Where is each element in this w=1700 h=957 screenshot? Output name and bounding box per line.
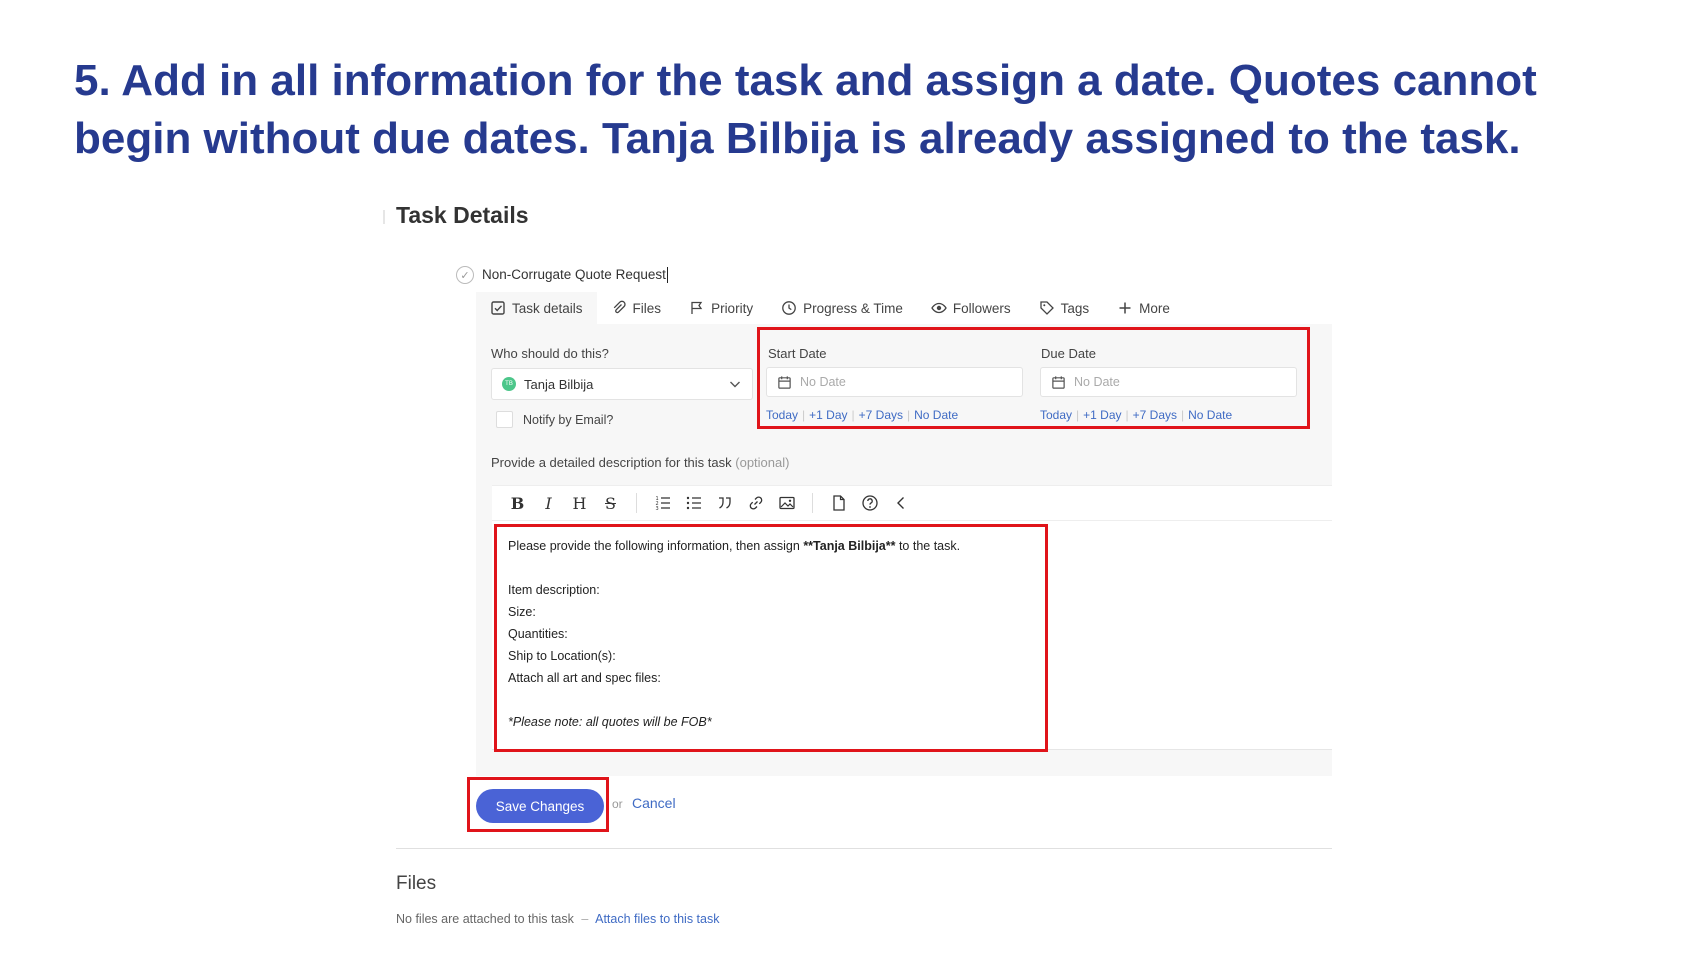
- tab-label: Task details: [512, 300, 583, 316]
- quote-icon[interactable]: [715, 494, 734, 513]
- task-complete-icon[interactable]: ✓: [456, 266, 474, 284]
- plus-icon: [1119, 302, 1131, 314]
- tag-icon: [1039, 301, 1054, 315]
- files-empty-row: No files are attached to this task – Att…: [396, 912, 719, 926]
- cancel-link[interactable]: Cancel: [632, 795, 676, 811]
- tab-label: Priority: [711, 300, 754, 316]
- description-optional: (optional): [735, 455, 790, 470]
- strikethrough-icon[interactable]: S: [601, 494, 620, 513]
- notify-email-checkbox[interactable]: [496, 411, 513, 428]
- files-dash: –: [581, 912, 589, 926]
- tab-task-details[interactable]: Task details: [476, 292, 597, 324]
- task-tab-bar: Task details Files Priority Progress & T…: [476, 292, 1184, 324]
- task-name-input[interactable]: Non-Corrugate Quote Request: [482, 267, 668, 284]
- tab-label: Files: [632, 300, 662, 316]
- description-label: Provide a detailed description for this …: [491, 455, 789, 470]
- description-label-text: Provide a detailed description for this …: [491, 455, 732, 470]
- tab-tags[interactable]: Tags: [1025, 292, 1104, 324]
- chevron-down-icon: [730, 381, 740, 388]
- tab-label: Tags: [1060, 300, 1090, 316]
- bold-icon[interactable]: B: [508, 494, 527, 513]
- assignee-value: Tanja Bilbija: [524, 376, 594, 392]
- tab-more[interactable]: More: [1103, 292, 1184, 324]
- image-icon[interactable]: [777, 494, 796, 513]
- save-highlight-box: [467, 777, 609, 832]
- assignee-label: Who should do this?: [491, 346, 609, 361]
- bullet-list-icon[interactable]: [684, 494, 703, 513]
- section-divider: [396, 848, 1332, 849]
- tab-priority[interactable]: Priority: [675, 292, 767, 324]
- tab-label: Progress & Time: [803, 300, 903, 316]
- toolbar-divider: [812, 493, 813, 513]
- checkbox-icon: [491, 301, 505, 315]
- italic-icon[interactable]: I: [539, 494, 558, 513]
- heading-icon[interactable]: H: [570, 494, 589, 513]
- toolbar-divider: [636, 493, 637, 513]
- files-title: Files: [396, 873, 437, 894]
- help-icon[interactable]: [860, 494, 879, 513]
- tab-label: Followers: [952, 300, 1011, 316]
- link-icon[interactable]: [746, 494, 765, 513]
- section-edge-mark: [383, 210, 385, 224]
- clock-icon: [782, 301, 796, 315]
- notify-email-label: Notify by Email?: [523, 412, 614, 427]
- dates-highlight-box: [757, 327, 1310, 429]
- or-text: or: [612, 797, 623, 811]
- tab-files[interactable]: Files: [597, 292, 676, 324]
- instruction-heading: 5. Add in all information for the task a…: [74, 56, 1537, 163]
- avatar: TB: [502, 377, 516, 391]
- eye-icon: [931, 302, 947, 314]
- notify-email-row[interactable]: Notify by Email?: [496, 411, 613, 428]
- assignee-select[interactable]: TB Tanja Bilbija: [491, 368, 753, 400]
- files-empty-text: No files are attached to this task: [396, 912, 574, 926]
- paperclip-icon: [613, 300, 626, 314]
- chevron-left-icon[interactable]: [891, 494, 910, 513]
- tab-label: More: [1139, 300, 1170, 316]
- document-icon[interactable]: [829, 494, 848, 513]
- text-caret: [666, 267, 668, 284]
- description-highlight-box: [494, 524, 1048, 752]
- flag-icon: [691, 301, 703, 314]
- svg-text:3: 3: [655, 506, 658, 512]
- tab-followers[interactable]: Followers: [917, 292, 1025, 324]
- attach-files-link[interactable]: Attach files to this task: [595, 912, 719, 926]
- section-title: Task Details: [396, 202, 529, 228]
- task-name-row[interactable]: ✓ Non-Corrugate Quote Request: [456, 266, 668, 284]
- editor-toolbar: B I H S 123: [492, 485, 1332, 521]
- tab-progress-time[interactable]: Progress & Time: [767, 292, 917, 324]
- ordered-list-icon[interactable]: 123: [653, 494, 672, 513]
